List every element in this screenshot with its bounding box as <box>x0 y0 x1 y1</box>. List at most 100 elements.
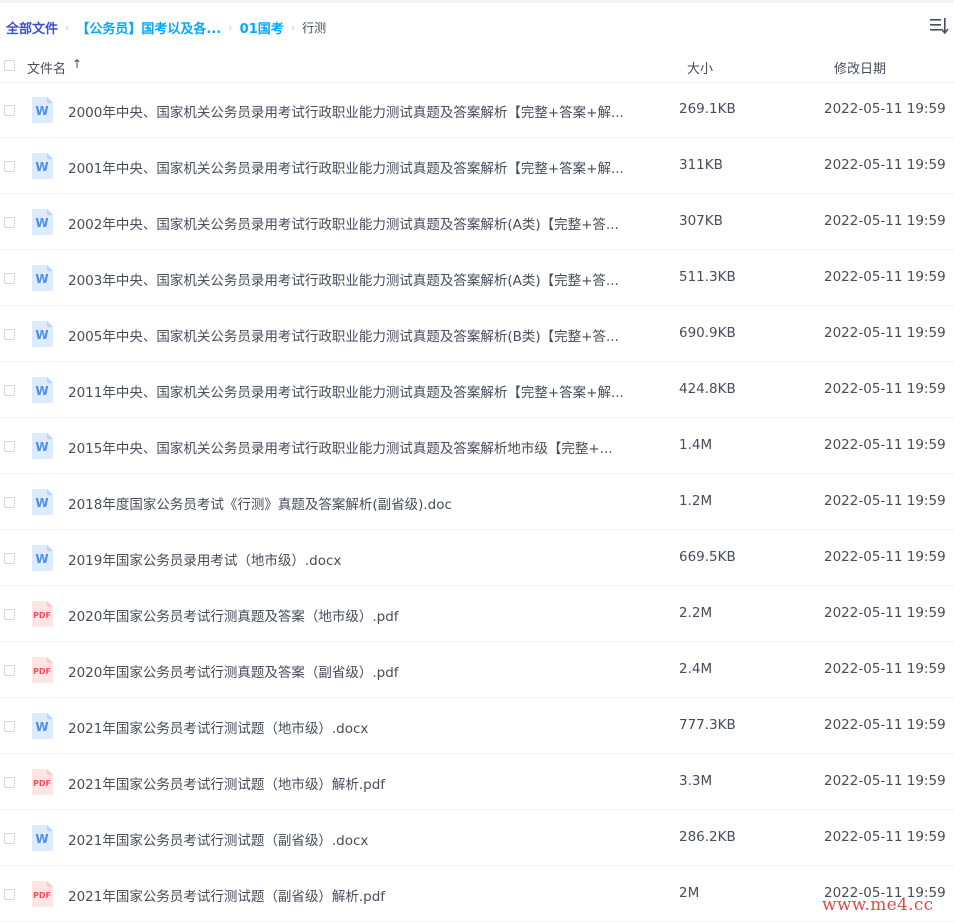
svg-text:W: W <box>35 160 48 174</box>
file-size: 690.9KB <box>679 325 736 341</box>
file-name[interactable]: 2005年中央、国家机关公务员录用考试行政职业能力测试真题及答案解析(B类)【完… <box>68 325 648 345</box>
svg-text:W: W <box>35 720 48 734</box>
file-size: 311KB <box>679 157 723 173</box>
pdf-file-icon: PDF <box>28 768 56 796</box>
file-modified-date: 2022-05-11 19:59 <box>824 829 946 845</box>
file-row[interactable]: PDF 2020年国家公务员考试行测真题及答案（地市级）.pdf 2.2M 2022-… <box>0 586 954 642</box>
file-row[interactable]: PDF 2021年国家公务员考试行测试题（副省级）解析.pdf 2M 2022-05-… <box>0 866 954 922</box>
file-row[interactable]: W 2002年中央、国家机关公务员录用考试行政职业能力测试真题及答案解析(A类)【… <box>0 194 954 250</box>
column-size-header[interactable]: 大小 <box>687 58 713 77</box>
file-name[interactable]: 2003年中央、国家机关公务员录用考试行政职业能力测试真题及答案解析(A类)【完… <box>68 269 648 289</box>
row-checkbox[interactable] <box>4 441 15 452</box>
row-checkbox[interactable] <box>4 105 15 116</box>
word-file-icon: W <box>28 152 56 180</box>
file-name[interactable]: 2018年度国家公务员考试《行测》真题及答案解析(副省级).doc <box>68 493 648 513</box>
row-checkbox[interactable] <box>4 385 15 396</box>
file-modified-date: 2022-05-11 19:59 <box>824 773 946 789</box>
file-name[interactable]: 2021年国家公务员考试行测试题（地市级）.docx <box>68 717 648 737</box>
file-size: 424.8KB <box>679 381 736 397</box>
file-name[interactable]: 2015年中央、国家机关公务员录用考试行政职业能力测试真题及答案解析地市级【完整… <box>68 437 648 457</box>
svg-text:W: W <box>35 384 48 398</box>
word-file-icon: W <box>28 320 56 348</box>
file-size: 3.3M <box>679 773 713 789</box>
file-modified-date: 2022-05-11 19:59 <box>824 605 946 621</box>
file-list: W 2000年中央、国家机关公务员录用考试行政职业能力测试真题及答案解析【完整+答… <box>0 82 954 922</box>
word-file-icon: W <box>28 712 56 740</box>
file-modified-date: 2022-05-11 19:59 <box>824 269 946 285</box>
file-modified-date: 2022-05-11 19:59 <box>824 157 946 173</box>
svg-text:W: W <box>35 832 48 846</box>
file-name[interactable]: 2020年国家公务员考试行测真题及答案（地市级）.pdf <box>68 605 648 625</box>
svg-text:PDF: PDF <box>33 891 51 900</box>
row-checkbox[interactable] <box>4 497 15 508</box>
file-row[interactable]: W 2000年中央、国家机关公务员录用考试行政职业能力测试真题及答案解析【完整+答… <box>0 82 954 138</box>
word-file-icon: W <box>28 376 56 404</box>
file-row[interactable]: PDF 2021年国家公务员考试行测试题（地市级）解析.pdf 3.3M 2022-0… <box>0 754 954 810</box>
file-list-header: 文件名 ↑ 大小 修改日期 <box>0 50 954 83</box>
row-checkbox[interactable] <box>4 553 15 564</box>
file-name[interactable]: 2019年国家公务员录用考试（地市级）.docx <box>68 549 648 569</box>
file-row[interactable]: W 2018年度国家公务员考试《行测》真题及答案解析(副省级).doc 1.2M 20… <box>0 474 954 530</box>
file-name[interactable]: 2021年国家公务员考试行测试题（副省级）.docx <box>68 829 648 849</box>
list-sort-icon[interactable] <box>929 16 949 36</box>
breadcrumb-folder[interactable]: 【公务员】国考以及各... <box>76 18 221 37</box>
svg-text:W: W <box>35 216 48 230</box>
breadcrumb-separator: › <box>228 20 233 34</box>
word-file-icon: W <box>28 432 56 460</box>
pdf-file-icon: PDF <box>28 880 56 908</box>
column-date-header[interactable]: 修改日期 <box>834 58 886 77</box>
file-row[interactable]: W 2011年中央、国家机关公务员录用考试行政职业能力测试真题及答案解析【完整+答… <box>0 362 954 418</box>
word-file-icon: W <box>28 208 56 236</box>
breadcrumb-subfolder[interactable]: 01国考 <box>240 18 284 37</box>
file-modified-date: 2022-05-11 19:59 <box>824 381 946 397</box>
file-size: 1.2M <box>679 493 713 509</box>
file-name[interactable]: 2001年中央、国家机关公务员录用考试行政职业能力测试真题及答案解析【完整+答案… <box>68 157 648 177</box>
row-checkbox[interactable] <box>4 161 15 172</box>
file-size: 511.3KB <box>679 269 736 285</box>
file-size: 1.4M <box>679 437 713 453</box>
file-size: 2.4M <box>679 661 713 677</box>
svg-text:PDF: PDF <box>33 667 51 676</box>
file-row[interactable]: W 2005年中央、国家机关公务员录用考试行政职业能力测试真题及答案解析(B类)【… <box>0 306 954 362</box>
file-modified-date: 2022-05-11 19:59 <box>824 661 946 677</box>
row-checkbox[interactable] <box>4 609 15 620</box>
file-row[interactable]: W 2021年国家公务员考试行测试题（副省级）.docx 286.2KB 2022-0… <box>0 810 954 866</box>
file-name[interactable]: 2002年中央、国家机关公务员录用考试行政职业能力测试真题及答案解析(A类)【完… <box>68 213 648 233</box>
column-name-header[interactable]: 文件名 <box>27 58 66 77</box>
word-file-icon: W <box>28 824 56 852</box>
breadcrumb-separator: › <box>290 20 296 34</box>
select-all-checkbox[interactable] <box>4 60 15 71</box>
file-row[interactable]: W 2015年中央、国家机关公务员录用考试行政职业能力测试真题及答案解析地市级【完… <box>0 418 954 474</box>
svg-text:W: W <box>35 272 48 286</box>
file-row[interactable]: W 2019年国家公务员录用考试（地市级）.docx 669.5KB 2022-05-… <box>0 530 954 586</box>
watermark: www.me4.cc <box>822 895 934 915</box>
file-name[interactable]: 2000年中央、国家机关公务员录用考试行政职业能力测试真题及答案解析【完整+答案… <box>68 101 648 121</box>
file-modified-date: 2022-05-11 19:59 <box>824 101 946 117</box>
file-row[interactable]: W 2021年国家公务员考试行测试题（地市级）.docx 777.3KB 2022-0… <box>0 698 954 754</box>
file-name[interactable]: 2011年中央、国家机关公务员录用考试行政职业能力测试真题及答案解析【完整+答案… <box>68 381 648 401</box>
row-checkbox[interactable] <box>4 833 15 844</box>
breadcrumb: 全部文件 › 【公务员】国考以及各... › 01国考 › 行测 <box>6 18 326 37</box>
row-checkbox[interactable] <box>4 665 15 676</box>
row-checkbox[interactable] <box>4 777 15 788</box>
svg-text:W: W <box>35 104 48 118</box>
breadcrumb-all-files[interactable]: 全部文件 <box>6 18 58 37</box>
row-checkbox[interactable] <box>4 721 15 732</box>
row-checkbox[interactable] <box>4 273 15 284</box>
row-checkbox[interactable] <box>4 329 15 340</box>
file-row[interactable]: PDF 2020年国家公务员考试行测真题及答案（副省级）.pdf 2.4M 2022-… <box>0 642 954 698</box>
svg-text:W: W <box>35 496 48 510</box>
svg-text:W: W <box>35 328 48 342</box>
file-size: 307KB <box>679 213 723 229</box>
sort-arrow-icon[interactable]: ↑ <box>72 57 82 71</box>
row-checkbox[interactable] <box>4 217 15 228</box>
row-checkbox[interactable] <box>4 889 15 900</box>
file-name[interactable]: 2021年国家公务员考试行测试题（地市级）解析.pdf <box>68 773 648 793</box>
file-row[interactable]: W 2003年中央、国家机关公务员录用考试行政职业能力测试真题及答案解析(A类)【… <box>0 250 954 306</box>
svg-text:PDF: PDF <box>33 611 51 620</box>
file-size: 669.5KB <box>679 549 736 565</box>
file-name[interactable]: 2021年国家公务员考试行测试题（副省级）解析.pdf <box>68 885 648 905</box>
file-row[interactable]: W 2001年中央、国家机关公务员录用考试行政职业能力测试真题及答案解析【完整+答… <box>0 138 954 194</box>
file-name[interactable]: 2020年国家公务员考试行测真题及答案（副省级）.pdf <box>68 661 648 681</box>
file-size: 286.2KB <box>679 829 736 845</box>
